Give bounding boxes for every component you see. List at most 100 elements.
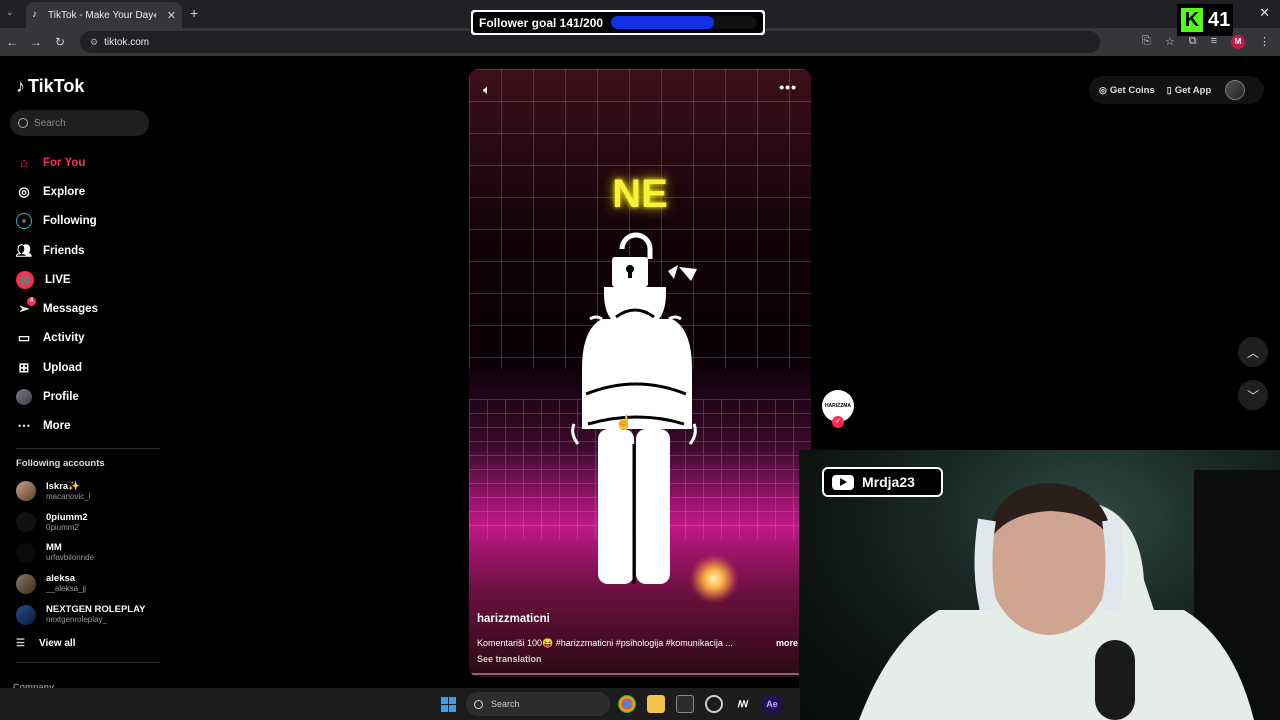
site-info-icon[interactable]: ⚙ <box>90 37 98 48</box>
search-icon <box>474 699 483 709</box>
account-name: Iskra✨ <box>46 480 81 492</box>
tab-close-icon[interactable]: ✕ <box>167 9 176 22</box>
kick-viewer-badge: K 41 <box>1177 4 1233 36</box>
more-icon: ⋯ <box>17 418 31 434</box>
nav-label: Activity <box>43 332 85 345</box>
account-name: aleksa <box>46 573 76 585</box>
video-progress-bar[interactable] <box>469 673 811 675</box>
account-name: 0piumm2 <box>46 511 88 523</box>
url-text: tiktok.com <box>104 36 150 48</box>
get-coins-button[interactable]: ◎ Get Coins <box>1099 85 1155 96</box>
nav-upload[interactable]: ⊞ Upload <box>0 353 165 382</box>
forward-icon[interactable]: → <box>24 35 48 49</box>
get-app-label: Get App <box>1174 84 1212 96</box>
following-accounts-list: Iskra✨ macanovic_l 0piumm2 0piumm2 MM urfav… <box>16 476 166 630</box>
following-account[interactable]: NEXTGEN ROLEPLAY nextgenroleplay_ <box>16 599 166 630</box>
account-handle: urfavbilonnde <box>46 553 95 563</box>
messages-badge: 4 <box>27 297 36 307</box>
follower-goal-text: Follower goal 141/200 <box>479 15 604 30</box>
video-author[interactable]: harizzmaticni <box>477 613 550 625</box>
video-player[interactable]: 🔈︎ ••• NE harizzmaticni Komentariši 100😝… <box>469 69 811 677</box>
nav-activity[interactable]: ▭ Activity <box>0 324 165 353</box>
account-handle: 0piumm2 <box>46 522 79 532</box>
youtube-icon <box>832 474 854 490</box>
tab-search-icon[interactable]: ⌄ <box>6 7 14 18</box>
nav-for-you[interactable]: ⌂ For You <box>0 148 165 177</box>
account-handle: __aleksa_jj <box>46 584 87 594</box>
compass-icon: ◎ <box>18 183 30 199</box>
get-app-button[interactable]: ▯ Get App <box>1167 85 1212 96</box>
main-nav: ⌂ For You ◎ Explore Following 👥︎ Friends… <box>0 148 165 441</box>
tiktok-logo[interactable]: ♪ TikTok <box>16 76 84 97</box>
account-handle: macanovic_l <box>46 491 91 501</box>
youtube-channel-name: Mrdja23 <box>862 474 915 490</box>
see-translation-link[interactable]: See translation <box>477 654 542 664</box>
view-all-button[interactable]: ☰ View all <box>16 638 75 649</box>
nav-messages[interactable]: ➢ 4 Messages <box>0 294 165 323</box>
nav-live[interactable]: LIVE <box>0 265 165 294</box>
browser-menu-icon[interactable]: ⋮ <box>1259 35 1270 49</box>
capcut-icon[interactable]: ꟿ <box>734 695 752 713</box>
follower-goal-bar <box>611 16 758 29</box>
user-avatar[interactable] <box>1225 80 1246 100</box>
nav-following[interactable]: Following <box>0 207 165 236</box>
volume-icon[interactable]: 🔈︎ <box>483 82 491 98</box>
search-input[interactable]: Search <box>10 110 149 136</box>
bookmark-star-icon[interactable]: ☆ <box>1165 35 1175 49</box>
store-icon[interactable] <box>676 695 694 713</box>
following-account[interactable]: aleksa __aleksa_jj <box>16 568 166 599</box>
caption-more-button[interactable]: more <box>776 638 798 648</box>
stick-figure-illustration <box>571 232 697 584</box>
next-video-button[interactable]: ﹀ <box>1238 380 1268 410</box>
previous-video-button[interactable]: ︿ <box>1238 337 1268 367</box>
windows-start-icon[interactable] <box>441 697 456 712</box>
after-effects-icon[interactable]: Ae <box>763 695 781 713</box>
more-options-icon[interactable]: ••• <box>779 79 797 95</box>
browser-profile-avatar[interactable]: M <box>1231 35 1245 49</box>
windows-taskbar: Search ꟿ Ae <box>0 688 800 720</box>
chevron-up-icon: ︿ <box>1246 345 1259 360</box>
nav-label: Explore <box>43 185 86 198</box>
window-close-button[interactable]: ✕ <box>1259 5 1270 21</box>
nav-label: Messages <box>43 303 98 316</box>
phone-icon: ▯ <box>1166 84 1172 95</box>
view-all-label: View all <box>38 638 76 649</box>
following-account[interactable]: 0piumm2 0piumm2 <box>16 507 166 538</box>
account-handle: nextgenroleplay_ <box>46 615 107 625</box>
live-icon <box>16 270 34 289</box>
nav-profile[interactable]: Profile <box>0 382 165 411</box>
nav-friends[interactable]: 👥︎ Friends <box>0 236 165 265</box>
following-accounts-title: Following accounts <box>16 458 105 469</box>
taskbar-search[interactable]: Search <box>466 692 610 716</box>
chrome-icon[interactable] <box>618 695 636 713</box>
nav-label: Following <box>43 215 97 228</box>
sidebar-divider <box>16 448 160 449</box>
tiktok-favicon-icon: ♪ <box>32 9 37 20</box>
nav-more[interactable]: ⋯ More <box>0 412 165 441</box>
media-icon[interactable]: ≡ <box>1211 35 1217 49</box>
logo-text: TikTok <box>28 76 85 96</box>
browser-tab[interactable]: ♪ TikTok - Make Your Day 🔈︎ ✕ <box>26 2 182 28</box>
following-account[interactable]: MM urfavbilonnde <box>16 538 166 569</box>
nav-label: Friends <box>43 244 85 257</box>
nav-label: LIVE <box>45 273 71 286</box>
obs-icon[interactable] <box>705 695 723 713</box>
creator-follow-check-icon[interactable]: ✓ <box>832 416 844 428</box>
back-icon[interactable]: ← <box>0 35 24 49</box>
following-account[interactable]: Iskra✨ macanovic_l <box>16 476 166 507</box>
file-explorer-icon[interactable] <box>647 695 665 713</box>
video-caption: Komentariši 100😝 #harizzmaticni #psiholo… <box>477 638 733 648</box>
new-tab-button[interactable]: + <box>190 5 198 21</box>
list-icon: ☰ <box>16 638 25 649</box>
extensions-icon[interactable]: ⧉ <box>1189 35 1197 49</box>
activity-icon: ▭ <box>17 330 31 346</box>
search-placeholder: Search <box>34 117 66 129</box>
tiktok-sidebar: ♪ TikTok Search ⌂ For You ◎ Explore Foll… <box>0 64 166 692</box>
tab-audio-icon[interactable]: 🔈︎ <box>153 10 158 21</box>
reload-icon[interactable]: ↻ <box>48 35 72 49</box>
install-app-icon[interactable]: ⎘ <box>1142 35 1151 49</box>
tab-title: TikTok - Make Your Day <box>48 9 154 21</box>
light-flare <box>689 554 739 604</box>
get-coins-label: Get Coins <box>1109 84 1155 96</box>
nav-explore[interactable]: ◎ Explore <box>0 177 165 206</box>
